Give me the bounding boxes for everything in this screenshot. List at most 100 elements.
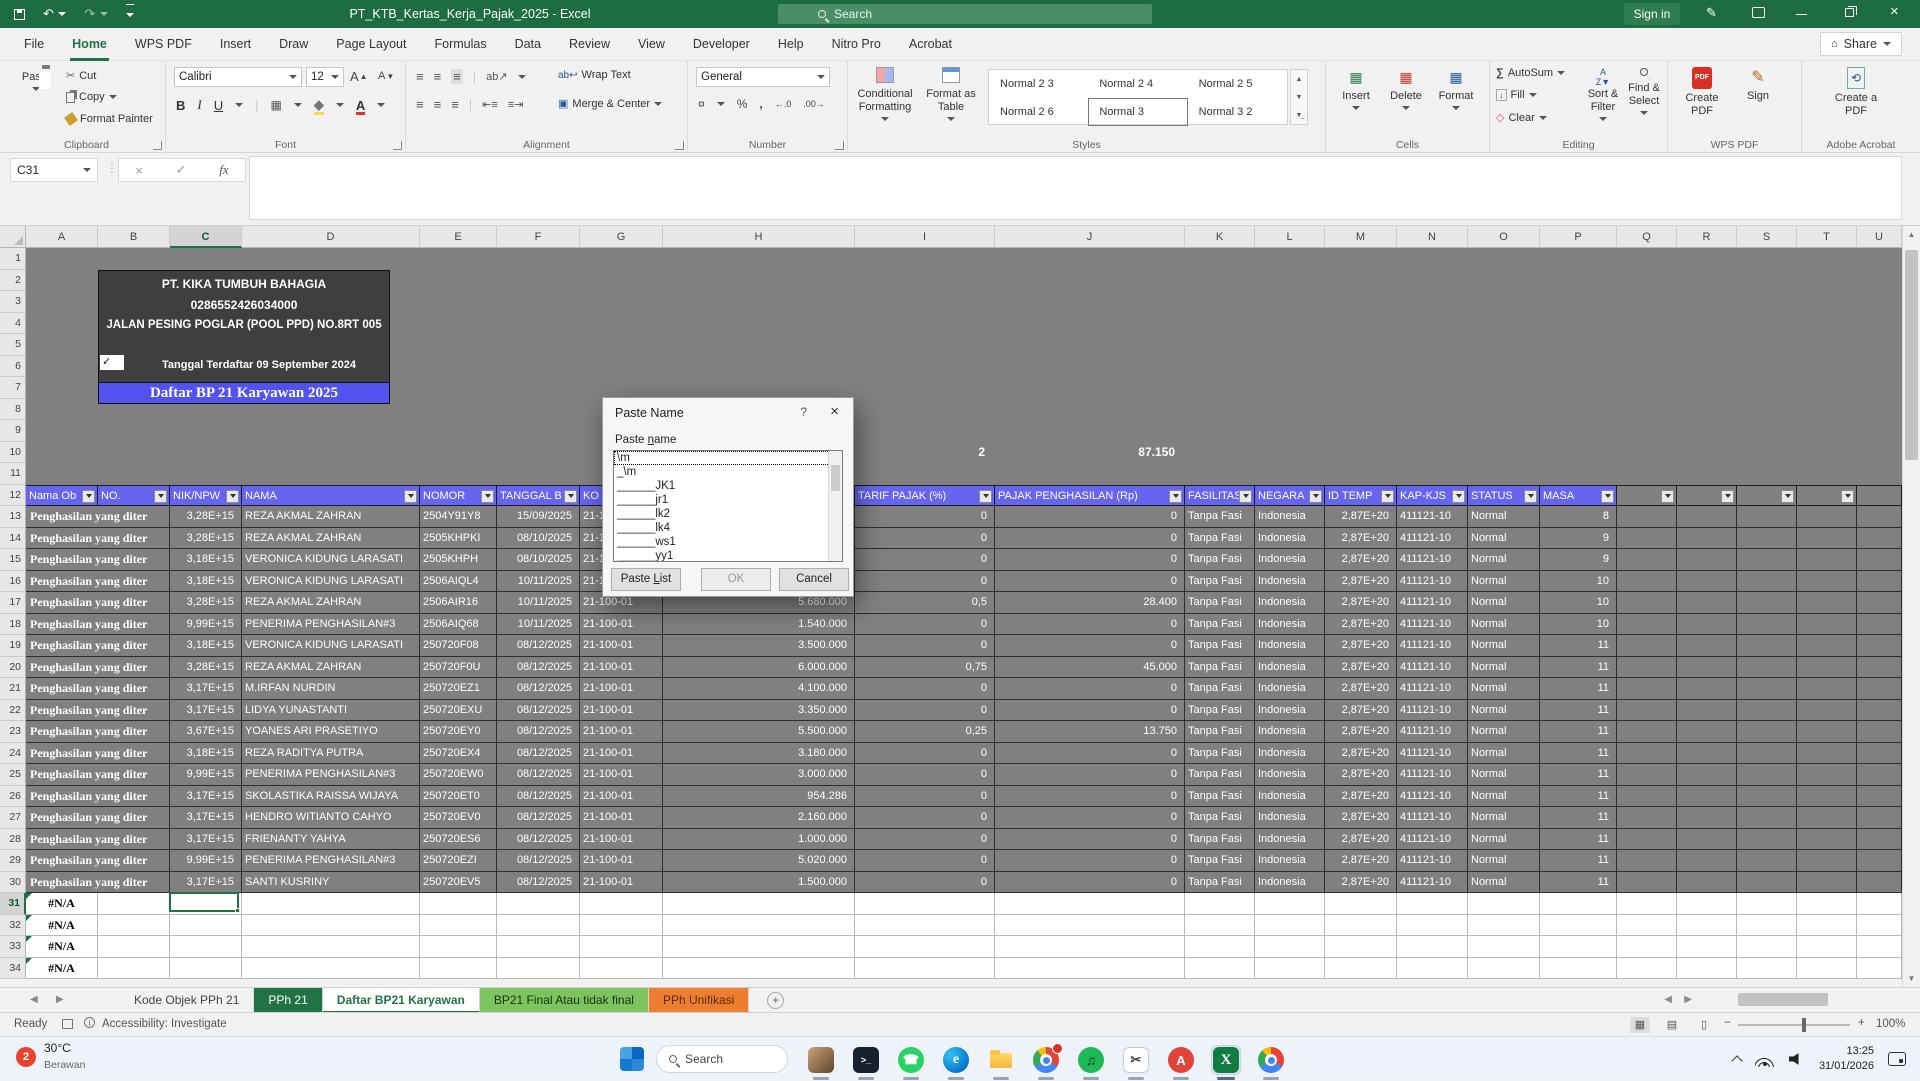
cell-Q23[interactable]	[1617, 721, 1677, 743]
cell-A24[interactable]: Penghasilan yang diter	[26, 743, 170, 765]
cell-N20[interactable]: 411121-10	[1397, 657, 1468, 679]
cell-N15[interactable]: 411121-10	[1397, 549, 1468, 571]
cell-K22[interactable]: Tanpa Fasi	[1185, 700, 1255, 722]
filter-button-R12[interactable]	[1721, 490, 1734, 503]
cell-J20[interactable]: 45.000	[995, 657, 1185, 679]
hscroll-right-icon[interactable]: ▶	[1684, 994, 1692, 1005]
app-image-icon[interactable]	[806, 1045, 836, 1075]
align-bottom-icon[interactable]: ≡	[451, 69, 463, 84]
cell-J27[interactable]: 0	[995, 807, 1185, 829]
cell-N31[interactable]	[1397, 893, 1468, 915]
cell-U13[interactable]	[1857, 506, 1902, 528]
cell-R13[interactable]	[1677, 506, 1737, 528]
cell-F13[interactable]: 15/09/2025	[497, 506, 580, 528]
header-cell-P12[interactable]: MASA	[1540, 485, 1617, 507]
cell-I21[interactable]: 0	[855, 678, 995, 700]
cell-I28[interactable]: 0	[855, 829, 995, 851]
cell-B34[interactable]	[98, 958, 170, 980]
macro-record-icon[interactable]	[62, 1019, 73, 1029]
cell-J30[interactable]: 0	[995, 872, 1185, 894]
cell-F21[interactable]: 08/12/2025	[497, 678, 580, 700]
cell-F31[interactable]	[497, 893, 580, 915]
cell-A31[interactable]: #N/A	[26, 893, 98, 915]
cell-P24[interactable]: 11	[1540, 743, 1617, 765]
cell-K17[interactable]: Tanpa Fasi	[1185, 592, 1255, 614]
checkbox[interactable]: ✓	[100, 355, 124, 370]
new-sheet-button[interactable]: +	[767, 992, 784, 1009]
cell-L21[interactable]: Indonesia	[1255, 678, 1325, 700]
cell-I17[interactable]: 0,5	[855, 592, 995, 614]
header-cell-T12[interactable]	[1797, 485, 1857, 507]
close-button[interactable]: ×	[1890, 3, 1899, 20]
row-header-34[interactable]: 34	[0, 958, 26, 980]
cell-C34[interactable]	[170, 958, 242, 980]
cell-O25[interactable]: Normal	[1468, 764, 1540, 786]
cell-L13[interactable]: Indonesia	[1255, 506, 1325, 528]
filter-button-Q12[interactable]	[1661, 490, 1674, 503]
cell-D23[interactable]: YOANES ARI PRASETIYO	[242, 721, 420, 743]
filter-button-T12[interactable]	[1841, 490, 1854, 503]
cell-N23[interactable]: 411121-10	[1397, 721, 1468, 743]
spotify-icon[interactable]: ♫	[1076, 1045, 1106, 1075]
cell-L16[interactable]: Indonesia	[1255, 571, 1325, 593]
cell-S26[interactable]	[1737, 786, 1797, 808]
cell-F29[interactable]: 08/12/2025	[497, 850, 580, 872]
cell-R22[interactable]	[1677, 700, 1737, 722]
cell-G33[interactable]	[580, 936, 663, 958]
cell-G20[interactable]: 21-100-01	[580, 657, 663, 679]
cell-J22[interactable]: 0	[995, 700, 1185, 722]
cell-T21[interactable]	[1797, 678, 1857, 700]
cell-E20[interactable]: 250720F0U	[420, 657, 497, 679]
cell-K20[interactable]: Tanpa Fasi	[1185, 657, 1255, 679]
cell-P33[interactable]	[1540, 936, 1617, 958]
cell-T22[interactable]	[1797, 700, 1857, 722]
cell-S17[interactable]	[1737, 592, 1797, 614]
cell-K26[interactable]: Tanpa Fasi	[1185, 786, 1255, 808]
cell-P23[interactable]: 11	[1540, 721, 1617, 743]
column-header-F[interactable]: F	[497, 226, 580, 248]
cell-K33[interactable]	[1185, 936, 1255, 958]
cell-F19[interactable]: 08/12/2025	[497, 635, 580, 657]
cell-C30[interactable]: 3,17E+15	[170, 872, 242, 894]
zoom-out-icon[interactable]: −	[1724, 1017, 1731, 1029]
cell-I25[interactable]: 0	[855, 764, 995, 786]
cell-G23[interactable]: 21-100-01	[580, 721, 663, 743]
header-cell-R12[interactable]	[1677, 485, 1737, 507]
cell-K14[interactable]: Tanpa Fasi	[1185, 528, 1255, 550]
cell-L28[interactable]: Indonesia	[1255, 829, 1325, 851]
cell-S14[interactable]	[1737, 528, 1797, 550]
align-right-icon[interactable]: ≡	[451, 97, 459, 112]
header-cell-F12[interactable]: TANGGAL B	[497, 485, 580, 507]
hscroll-left-icon[interactable]: ◀	[1664, 994, 1672, 1005]
cell-O14[interactable]: Normal	[1468, 528, 1540, 550]
underline-button[interactable]: U	[214, 98, 223, 113]
autosum-button[interactable]: ∑AutoSum	[1496, 67, 1565, 79]
header-cell-K12[interactable]: FASILITAS	[1185, 485, 1255, 507]
cell-F27[interactable]: 08/12/2025	[497, 807, 580, 829]
style-normal-2-4[interactable]: Normal 2 4	[1088, 70, 1187, 98]
cell-D14[interactable]: REZA AKMAL ZAHRAN	[242, 528, 420, 550]
chrome-profile-icon[interactable]	[1256, 1045, 1286, 1075]
cell-O33[interactable]	[1468, 936, 1540, 958]
cell-Q29[interactable]	[1617, 850, 1677, 872]
cell-U20[interactable]	[1857, 657, 1902, 679]
sheet-nav-right-icon[interactable]: ▶	[56, 994, 64, 1005]
cell-L32[interactable]	[1255, 915, 1325, 937]
chrome-icon[interactable]	[1031, 1045, 1061, 1075]
cell-N14[interactable]: 411121-10	[1397, 528, 1468, 550]
cell-S23[interactable]	[1737, 721, 1797, 743]
cell-S18[interactable]	[1737, 614, 1797, 636]
horizontal-scrollbar[interactable]	[1692, 992, 1902, 1007]
paste-name-item-0[interactable]: \m	[614, 451, 842, 465]
cell-S28[interactable]	[1737, 829, 1797, 851]
column-header-G[interactable]: G	[580, 226, 663, 248]
cell-L19[interactable]: Indonesia	[1255, 635, 1325, 657]
bold-button[interactable]: B	[176, 98, 185, 113]
normal-view-icon[interactable]: ▦	[1630, 1017, 1650, 1033]
cell-D24[interactable]: REZA RADITYA PUTRA	[242, 743, 420, 765]
cell-E29[interactable]: 250720EZI	[420, 850, 497, 872]
cell-J14[interactable]: 0	[995, 528, 1185, 550]
column-header-N[interactable]: N	[1397, 226, 1468, 248]
cell-M34[interactable]	[1325, 958, 1397, 980]
cell-R23[interactable]	[1677, 721, 1737, 743]
